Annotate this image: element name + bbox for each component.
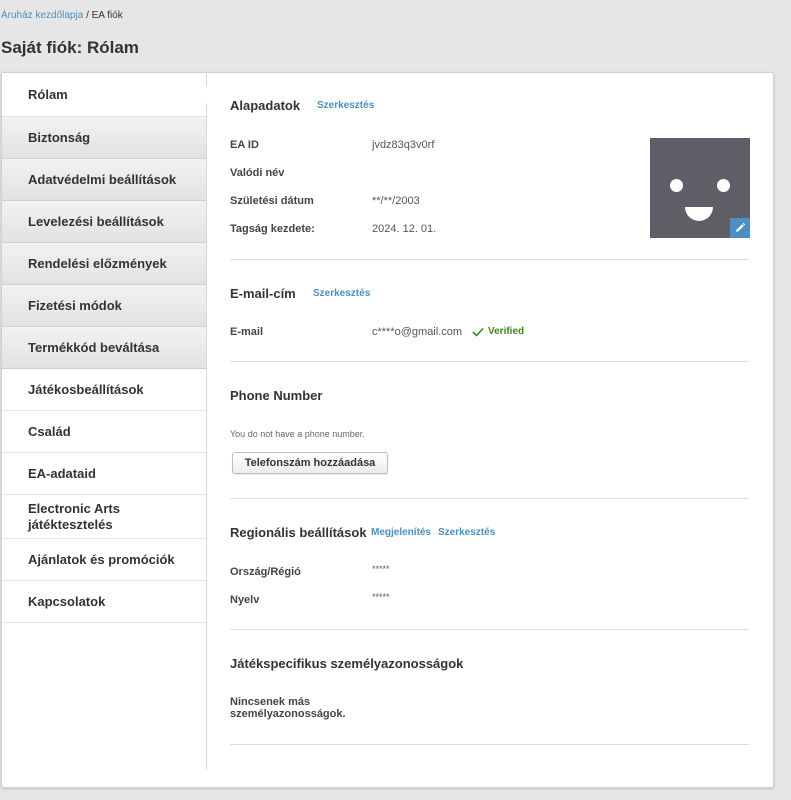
sidebar-nav: Rólam Biztonság Adatvédelmi beállítások … bbox=[2, 73, 207, 769]
sidebar-item-game-testing[interactable]: Electronic Arts játéktesztelés bbox=[2, 495, 206, 539]
no-identities-line2: személyazonosságok. bbox=[230, 708, 346, 720]
email-value: c****o@gmail.com bbox=[372, 326, 463, 338]
sidebar-item-redeem-code[interactable]: Termékkód beváltása bbox=[2, 327, 206, 369]
ea-id-label: EA ID bbox=[230, 139, 259, 151]
regional-show-link[interactable]: Megjelenítés bbox=[371, 527, 431, 538]
account-panel: Rólam Biztonság Adatvédelmi beállítások … bbox=[1, 72, 774, 788]
member-since-value: 2024. 12. 01. bbox=[372, 223, 437, 235]
sidebar-item-label: Levelezési beállítások bbox=[28, 214, 164, 229]
sidebar-item-payment-methods[interactable]: Fizetési módok bbox=[2, 285, 206, 327]
breadcrumb-home-link[interactable]: Áruház kezdőlapja bbox=[1, 10, 83, 21]
sidebar-item-label: Fizetési módok bbox=[28, 298, 122, 313]
regional-edit-link[interactable]: Szerkesztés bbox=[438, 527, 495, 538]
sidebar-item-label: Ajánlatok és promóciók bbox=[28, 552, 175, 567]
sidebar-item-family[interactable]: Család bbox=[2, 411, 206, 453]
no-phone-note: You do not have a phone number. bbox=[230, 429, 365, 439]
sidebar-item-offers[interactable]: Ajánlatok és promóciók bbox=[2, 539, 206, 581]
avatar-mouth bbox=[685, 207, 713, 221]
language-label: Nyelv bbox=[230, 594, 260, 606]
sidebar-item-order-history[interactable]: Rendelési előzmények bbox=[2, 243, 206, 285]
sidebar-item-player-settings[interactable]: Játékosbeállítások bbox=[2, 369, 206, 411]
sidebar-item-label: Termékkód beváltása bbox=[28, 340, 160, 355]
sidebar-item-about-me[interactable]: Rólam bbox=[2, 73, 207, 117]
sidebar-item-label: Electronic Arts játéktesztelés bbox=[28, 501, 120, 533]
page-title: Saját fiók: Rólam bbox=[1, 38, 139, 57]
checkmark-icon bbox=[472, 327, 484, 337]
avatar-right-eye bbox=[717, 179, 730, 192]
real-name-label: Valódi név bbox=[230, 167, 285, 179]
verified-label: Verified bbox=[488, 326, 525, 337]
section-title-regional: Regionális beállítások bbox=[230, 525, 367, 540]
sidebar-item-email-settings[interactable]: Levelezési beállítások bbox=[2, 201, 206, 243]
sidebar-item-label: Család bbox=[28, 424, 71, 439]
sidebar-item-label: Játékosbeállítások bbox=[28, 382, 144, 397]
sidebar-item-label: Biztonság bbox=[28, 130, 91, 145]
divider bbox=[230, 259, 749, 260]
divider bbox=[230, 361, 749, 362]
email-label: E-mail bbox=[230, 326, 264, 338]
no-identities-line1: Nincsenek más bbox=[230, 696, 311, 708]
breadcrumb-separator: / bbox=[86, 10, 89, 21]
sidebar-item-label: Adatvédelmi beállítások bbox=[28, 172, 177, 187]
email-edit-link[interactable]: Szerkesztés bbox=[313, 288, 370, 299]
sidebar-item-label: EA-adataid bbox=[28, 466, 96, 481]
section-title-phone: Phone Number bbox=[230, 388, 323, 403]
member-since-label: Tagság kezdete: bbox=[230, 223, 315, 235]
sidebar-item-security[interactable]: Biztonság bbox=[2, 117, 206, 159]
birth-date-value: **/**/2003 bbox=[372, 195, 420, 207]
language-value: ***** bbox=[372, 592, 390, 602]
section-title-basic: Alapadatok bbox=[230, 98, 301, 113]
verified-status: Verified bbox=[472, 326, 524, 337]
pencil-icon[interactable] bbox=[730, 218, 750, 238]
birth-date-label: Születési dátum bbox=[230, 195, 314, 207]
section-title-game-ids: Játékspecifikus személyazonosságok bbox=[230, 656, 464, 671]
breadcrumb: Áruház kezdőlapja / EA fiók bbox=[1, 10, 123, 21]
sidebar-item-label-line2: játéktesztelés bbox=[28, 516, 113, 532]
basic-edit-link[interactable]: Szerkesztés bbox=[317, 100, 374, 111]
divider bbox=[230, 629, 749, 630]
country-value: ***** bbox=[372, 564, 390, 574]
sidebar-item-connections[interactable]: Kapcsolatok bbox=[2, 581, 206, 623]
add-phone-button[interactable]: Telefonszám hozzáadása bbox=[232, 452, 388, 474]
section-title-email: E-mail-cím bbox=[230, 286, 296, 301]
divider bbox=[230, 498, 749, 499]
sidebar-item-label: Rólam bbox=[28, 87, 68, 102]
sidebar-item-label-line1: Electronic Arts bbox=[28, 500, 120, 516]
breadcrumb-current: EA fiók bbox=[91, 10, 123, 21]
sidebar-item-label: Kapcsolatok bbox=[28, 594, 106, 609]
sidebar-item-ea-data[interactable]: EA-adataid bbox=[2, 453, 206, 495]
avatar-left-eye bbox=[670, 179, 683, 192]
divider bbox=[230, 744, 749, 745]
sidebar-item-privacy-settings[interactable]: Adatvédelmi beállítások bbox=[2, 159, 206, 201]
sidebar-item-label: Rendelési előzmények bbox=[28, 256, 167, 271]
no-identities-note: Nincsenek más személyazonosságok. bbox=[230, 696, 346, 720]
ea-id-value: jvdz83q3v0rf bbox=[372, 139, 435, 151]
country-label: Ország/Régió bbox=[230, 566, 301, 578]
avatar bbox=[650, 138, 750, 238]
